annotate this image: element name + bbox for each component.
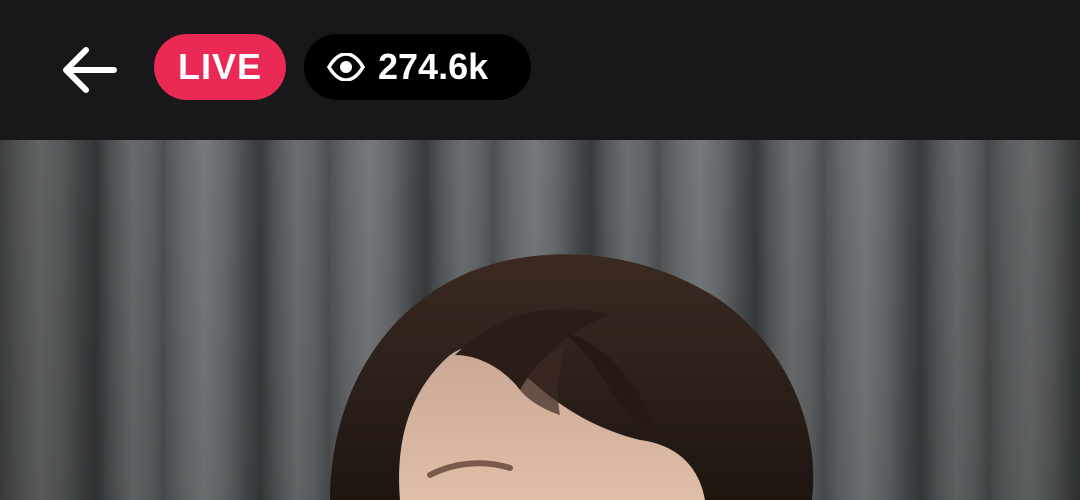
arrow-left-icon [58,44,118,96]
top-bar: LIVE 274.6k [0,0,1080,140]
viewer-count-pill[interactable]: 274.6k [304,34,531,100]
back-button[interactable] [52,38,124,102]
viewer-count: 274.6k [378,46,489,87]
live-stream-screen: LIVE 274.6k [0,0,1080,500]
eye-icon [326,47,366,87]
live-badge[interactable]: LIVE [154,34,286,100]
streamer-image [330,254,814,500]
video-feed[interactable] [0,140,1080,500]
live-label: LIVE [177,46,262,87]
